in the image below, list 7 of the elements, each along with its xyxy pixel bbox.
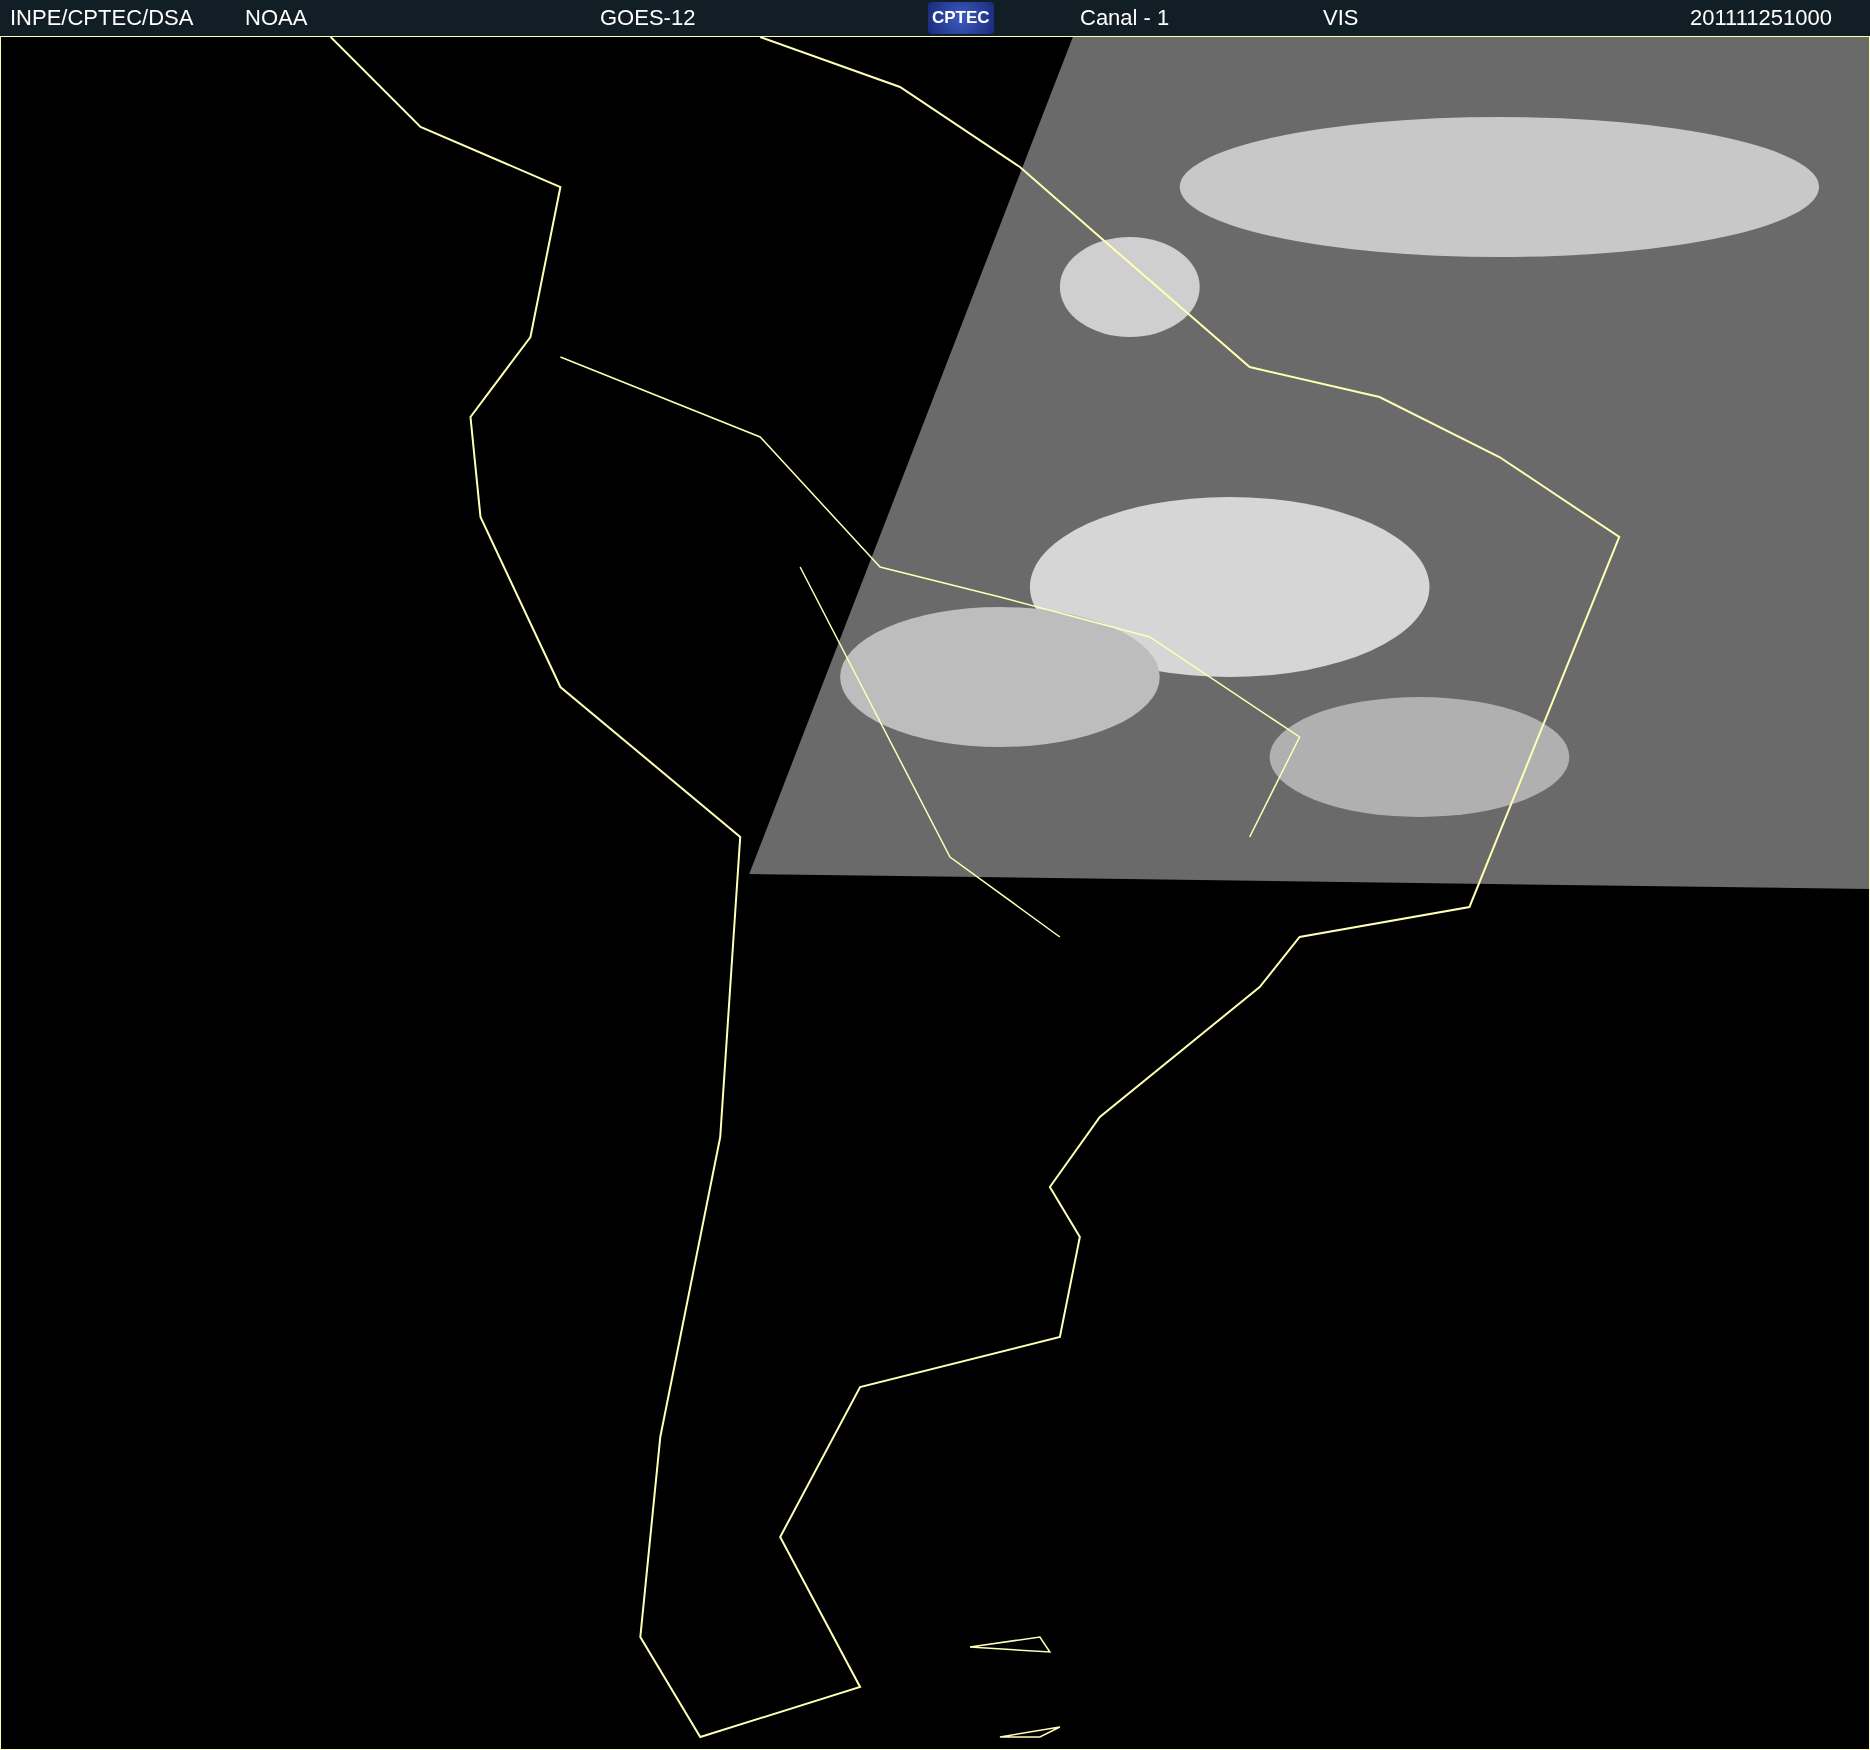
header-label: INPE/CPTEC/DSA: [10, 5, 194, 31]
header-label: GOES-12: [600, 5, 696, 31]
header-label: Canal - 1: [1080, 5, 1170, 31]
logo: CPTEC: [928, 2, 994, 34]
header-label: NOAA: [245, 5, 308, 31]
header-label: 201111251000: [1690, 5, 1832, 31]
header-label: VIS: [1323, 5, 1359, 31]
